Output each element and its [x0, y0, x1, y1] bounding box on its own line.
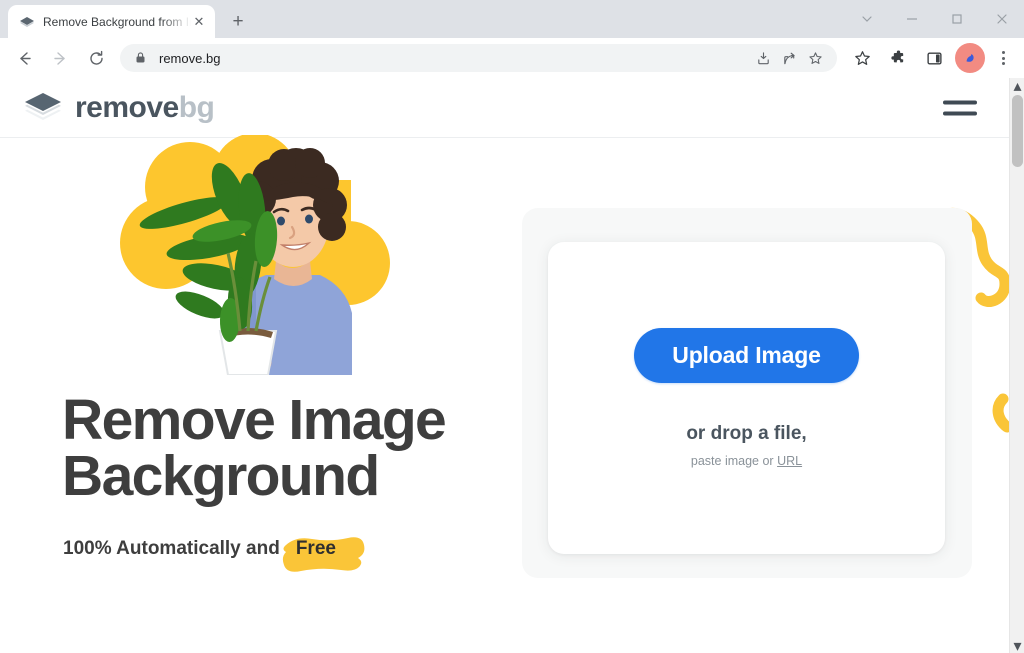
upload-image-button[interactable]: Upload Image: [634, 328, 859, 383]
toolbar-right-group: [844, 43, 1018, 73]
browser-window: Remove Background from Im ✕ + remove.bg …: [0, 0, 1024, 653]
free-label: Free: [295, 538, 336, 559]
lock-icon: [134, 51, 148, 65]
brand-name-suffix: bg: [178, 90, 215, 124]
install-app-icon[interactable]: [751, 46, 775, 70]
new-tab-button[interactable]: +: [224, 7, 252, 35]
brand-name-main: remove: [75, 90, 179, 124]
upload-panel: Upload Image or drop a file, paste image…: [522, 208, 972, 578]
extensions-puzzle-icon[interactable]: [883, 43, 913, 73]
hero-subheading-text: 100% Automatically and: [63, 538, 280, 559]
bookmarks-star-icon[interactable]: [847, 43, 877, 73]
paste-hint-prefix: paste image or: [690, 454, 778, 468]
profile-avatar-icon[interactable]: [955, 43, 985, 73]
yellow-squiggle-decoration-bottom: [973, 393, 1013, 458]
minimize-icon[interactable]: [889, 2, 934, 36]
bookmark-star-icon[interactable]: [803, 46, 827, 70]
browser-tab[interactable]: Remove Background from Im ✕: [8, 5, 215, 38]
hero-left-column: Remove Image Background 100% Automatical…: [0, 133, 522, 653]
hamburger-menu-icon[interactable]: [943, 100, 977, 115]
removebg-favicon: [19, 14, 35, 30]
drop-file-text: or drop a file,: [686, 423, 807, 444]
upload-dropzone[interactable]: Upload Image or drop a file, paste image…: [548, 242, 945, 554]
page-scrollbar[interactable]: ▴ ▾: [1009, 78, 1024, 653]
forward-icon[interactable]: [45, 43, 75, 73]
hero-heading-line1: Remove Image: [62, 388, 447, 452]
window-controls: [844, 0, 1024, 38]
back-icon[interactable]: [9, 43, 39, 73]
paste-url-link[interactable]: URL: [777, 454, 802, 468]
removebg-page: removebg Remove Image Background 100% Au…: [0, 78, 1013, 653]
address-bar-url: remove.bg: [159, 50, 221, 66]
free-highlight: Free: [282, 537, 365, 572]
tab-strip: Remove Background from Im ✕ +: [0, 0, 1024, 38]
reload-icon[interactable]: [81, 43, 111, 73]
scroll-up-arrow-icon[interactable]: ▴: [1010, 78, 1024, 95]
page-viewport: removebg Remove Image Background 100% Au…: [0, 78, 1024, 653]
tab-title: Remove Background from Im: [43, 14, 191, 29]
tab-close-icon[interactable]: ✕: [191, 14, 207, 30]
paste-hint: paste image or URL: [691, 454, 802, 468]
tab-search-icon[interactable]: [844, 2, 889, 36]
brand-logo[interactable]: removebg: [24, 90, 215, 125]
site-header: removebg: [0, 78, 1009, 138]
address-bar[interactable]: remove.bg: [120, 44, 837, 72]
side-panel-icon[interactable]: [919, 43, 949, 73]
man-holding-plant-photo: [80, 133, 410, 376]
brand-name: removebg: [75, 90, 215, 125]
maximize-icon[interactable]: [934, 2, 979, 36]
scroll-down-arrow-icon[interactable]: ▾: [1010, 638, 1024, 653]
page-title: Remove Image Background: [62, 392, 522, 508]
omnibox-actions: [751, 46, 827, 70]
three-dots-menu-icon[interactable]: [990, 43, 1016, 73]
browser-toolbar: remove.bg: [0, 38, 1024, 78]
layers-diamond-logo-icon: [24, 91, 62, 125]
hero-subheading: 100% Automatically and Free: [63, 537, 365, 572]
share-icon[interactable]: [777, 46, 801, 70]
hero-heading-line2: Background: [62, 443, 380, 508]
hero-section: Remove Image Background 100% Automatical…: [0, 133, 1013, 653]
scrollbar-thumb[interactable]: [1012, 95, 1023, 167]
close-window-icon[interactable]: [979, 2, 1024, 36]
